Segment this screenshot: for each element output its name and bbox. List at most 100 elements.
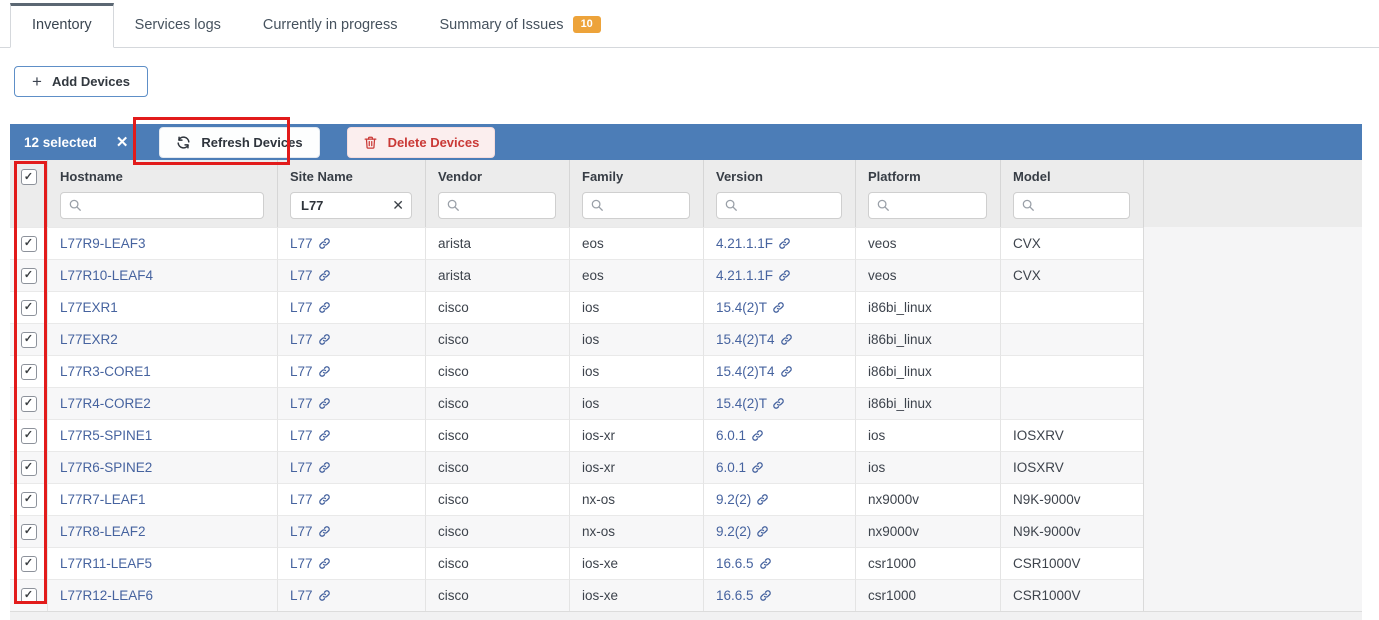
- version-link[interactable]: 4.21.1.1F: [716, 268, 791, 283]
- cell-model: N9K-9000v: [1000, 483, 1143, 515]
- version-link[interactable]: 15.4(2)T: [716, 396, 785, 411]
- version-link[interactable]: 16.6.5: [716, 588, 772, 603]
- row-select-cell: ✓: [10, 387, 47, 419]
- row-checkbox[interactable]: ✓: [21, 556, 37, 572]
- site-link[interactable]: L77: [290, 364, 331, 379]
- tab-summary-of-issues[interactable]: Summary of Issues 10: [418, 3, 621, 47]
- version-link[interactable]: 9.2(2): [716, 492, 769, 507]
- row-checkbox[interactable]: ✓: [21, 460, 37, 476]
- header-cell-site: Site Name✕: [277, 160, 425, 227]
- link-icon: [318, 237, 331, 250]
- tab-services-logs[interactable]: Services logs: [114, 4, 242, 47]
- cell-version: 15.4(2)T4: [703, 355, 855, 387]
- version-link[interactable]: 15.4(2)T4: [716, 364, 793, 379]
- select-all-checkbox[interactable]: ✓: [21, 169, 37, 185]
- link-icon: [318, 429, 331, 442]
- row-select-cell: ✓: [10, 483, 47, 515]
- model-value: CSR1000V: [1013, 588, 1081, 603]
- row-checkbox[interactable]: ✓: [21, 300, 37, 316]
- hostname-link[interactable]: L77R9-LEAF3: [60, 236, 146, 251]
- hostname-link[interactable]: L77R11-LEAF5: [60, 556, 152, 571]
- hostname-link[interactable]: L77R8-LEAF2: [60, 524, 146, 539]
- cell-hostname: L77R3-CORE1: [47, 355, 277, 387]
- link-icon: [318, 525, 331, 538]
- refresh-devices-button[interactable]: Refresh Devices: [159, 127, 319, 158]
- cell-filler: [1143, 547, 1362, 579]
- site-link[interactable]: L77: [290, 268, 331, 283]
- row-checkbox[interactable]: ✓: [21, 588, 37, 604]
- header-cell-family: Family: [569, 160, 703, 227]
- cell-platform: csr1000: [855, 547, 1000, 579]
- add-devices-button[interactable]: + Add Devices: [14, 66, 148, 97]
- site-link[interactable]: L77: [290, 396, 331, 411]
- search-icon: [590, 198, 604, 212]
- version-link[interactable]: 6.0.1: [716, 428, 764, 443]
- tab-inventory[interactable]: Inventory: [10, 3, 114, 48]
- version-link[interactable]: 15.4(2)T: [716, 300, 785, 315]
- hostname-link[interactable]: L77R10-LEAF4: [60, 268, 153, 283]
- cell-filler: [1143, 483, 1362, 515]
- cell-site: L77: [277, 483, 425, 515]
- hostname-link[interactable]: L77R12-LEAF6: [60, 588, 153, 603]
- cell-version: 6.0.1: [703, 451, 855, 483]
- cell-site: L77: [277, 387, 425, 419]
- family-value: nx-os: [582, 524, 615, 539]
- cell-filler: [1143, 323, 1362, 355]
- table-row: ✓L77R9-LEAF3L77aristaeos4.21.1.1FveosCVX: [10, 227, 1362, 259]
- hostname-link[interactable]: L77EXR2: [60, 332, 118, 347]
- vendor-value: cisco: [438, 492, 469, 507]
- cell-family: eos: [569, 259, 703, 291]
- site-link[interactable]: L77: [290, 588, 331, 603]
- close-icon[interactable]: ✕: [116, 135, 129, 150]
- version-link[interactable]: 6.0.1: [716, 460, 764, 475]
- cell-model: CVX: [1000, 227, 1143, 259]
- hostname-link[interactable]: L77R3-CORE1: [60, 364, 151, 379]
- link-icon: [756, 525, 769, 538]
- tab-currently-in-progress[interactable]: Currently in progress: [242, 4, 419, 47]
- cell-vendor: cisco: [425, 515, 569, 547]
- filter-hostname: [60, 192, 264, 219]
- row-checkbox[interactable]: ✓: [21, 396, 37, 412]
- platform-value: veos: [868, 236, 897, 251]
- row-checkbox[interactable]: ✓: [21, 364, 37, 380]
- row-checkbox[interactable]: ✓: [21, 268, 37, 284]
- site-link[interactable]: L77: [290, 556, 331, 571]
- version-link[interactable]: 15.4(2)T4: [716, 332, 793, 347]
- cell-version: 16.6.5: [703, 579, 855, 611]
- hostname-link[interactable]: L77R7-LEAF1: [60, 492, 146, 507]
- site-link[interactable]: L77: [290, 524, 331, 539]
- row-checkbox[interactable]: ✓: [21, 428, 37, 444]
- cell-platform: csr1000: [855, 579, 1000, 611]
- row-checkbox[interactable]: ✓: [21, 236, 37, 252]
- site-link[interactable]: L77: [290, 236, 331, 251]
- cell-family: ios: [569, 355, 703, 387]
- delete-devices-button[interactable]: Delete Devices: [347, 127, 496, 158]
- version-link[interactable]: 16.6.5: [716, 556, 772, 571]
- table-row: ✓L77R11-LEAF5L77ciscoios-xe16.6.5csr1000…: [10, 547, 1362, 579]
- cell-filler: [1143, 579, 1362, 611]
- filter-input-hostname[interactable]: [60, 192, 264, 219]
- site-link[interactable]: L77: [290, 492, 331, 507]
- site-link[interactable]: L77: [290, 460, 331, 475]
- hostname-link[interactable]: L77EXR1: [60, 300, 118, 315]
- cell-version: 15.4(2)T: [703, 291, 855, 323]
- version-link[interactable]: 9.2(2): [716, 524, 769, 539]
- clear-filter-icon[interactable]: ✕: [392, 197, 404, 213]
- cell-vendor: cisco: [425, 355, 569, 387]
- row-select-cell: ✓: [10, 291, 47, 323]
- hostname-link[interactable]: L77R6-SPINE2: [60, 460, 152, 475]
- cell-platform: i86bi_linux: [855, 291, 1000, 323]
- site-link[interactable]: L77: [290, 300, 331, 315]
- cell-model: CVX: [1000, 259, 1143, 291]
- platform-value: ios: [868, 460, 885, 475]
- row-checkbox[interactable]: ✓: [21, 332, 37, 348]
- version-link[interactable]: 4.21.1.1F: [716, 236, 791, 251]
- link-icon: [318, 365, 331, 378]
- cell-platform: i86bi_linux: [855, 355, 1000, 387]
- site-link[interactable]: L77: [290, 428, 331, 443]
- row-checkbox[interactable]: ✓: [21, 492, 37, 508]
- hostname-link[interactable]: L77R5-SPINE1: [60, 428, 152, 443]
- site-link[interactable]: L77: [290, 332, 331, 347]
- row-checkbox[interactable]: ✓: [21, 524, 37, 540]
- hostname-link[interactable]: L77R4-CORE2: [60, 396, 151, 411]
